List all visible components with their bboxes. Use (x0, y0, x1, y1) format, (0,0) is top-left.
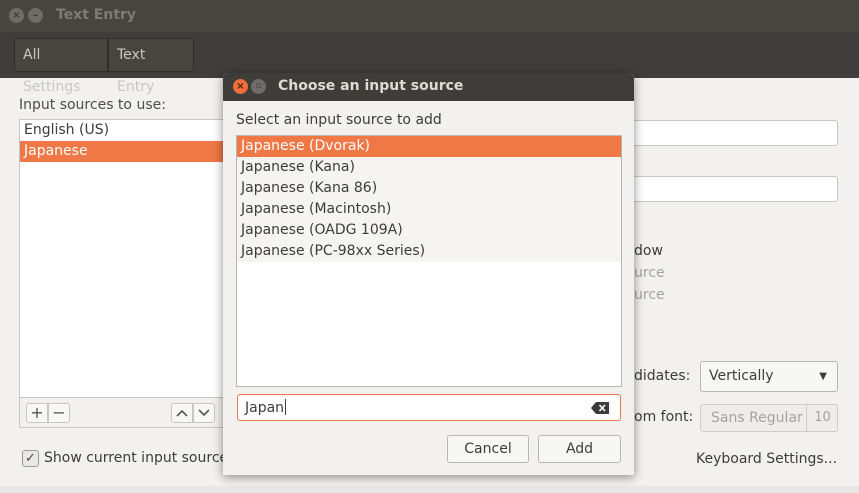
candidates-label: didates: (634, 368, 691, 384)
chevron-up-icon (176, 409, 188, 417)
remove-source-button[interactable]: − (48, 403, 70, 423)
bottom-strip (0, 486, 859, 493)
list-item[interactable]: Japanese (20, 141, 228, 162)
input-sources-list: English (US) Japanese (19, 119, 229, 398)
text-caret (285, 399, 287, 415)
minus-icon: − (52, 403, 66, 422)
list-item[interactable]: Japanese (PC-98xx Series) (237, 241, 621, 262)
input-sources-label: Input sources to use: (19, 97, 166, 113)
breadcrumb-text-entry[interactable]: Text Entry (108, 38, 194, 95)
move-down-button[interactable] (193, 403, 215, 423)
search-value: Japan (245, 399, 287, 416)
list-item[interactable]: Japanese (OADG 109A) (237, 220, 621, 241)
list-item[interactable]: English (US) (20, 120, 228, 141)
close-icon: × (12, 10, 21, 21)
list-toolbar: + − (19, 398, 229, 428)
window-minimize-button[interactable]: – (28, 8, 43, 23)
dialog-heading: Select an input source to add (236, 112, 442, 128)
window-titlebar: × – Text Entry (0, 0, 859, 32)
keyboard-settings-link[interactable]: Keyboard Settings... (696, 451, 837, 467)
dialog-titlebar: × ▫ Choose an input source (223, 73, 634, 101)
orientation-combo[interactable]: Vertically ▼ (700, 361, 838, 392)
minimize-icon: – (33, 10, 38, 21)
move-up-button[interactable] (171, 403, 193, 423)
add-button[interactable]: Add (538, 435, 621, 463)
option-source-text-1: urce (634, 265, 665, 281)
list-item[interactable]: Japanese (Macintosh) (237, 199, 621, 220)
window-close-button[interactable]: × (9, 8, 24, 23)
chevron-down-icon (198, 409, 210, 417)
close-icon: × (236, 81, 245, 92)
search-text: Japan (245, 400, 285, 416)
show-current-checkbox[interactable]: ✓ (22, 450, 39, 467)
breadcrumb-all-settings[interactable]: All Settings (14, 38, 108, 95)
font-chooser-button[interactable]: Sans Regular 10 (700, 404, 838, 432)
shortcut-field-1[interactable] (620, 120, 838, 146)
breadcrumb: All Settings Text Entry (0, 32, 859, 95)
custom-font-label: om font: (634, 409, 694, 425)
font-name: Sans Regular (711, 410, 803, 426)
checkmark-icon: ✓ (25, 451, 36, 466)
option-window-text: dow (634, 243, 663, 259)
dialog-close-button[interactable]: × (233, 79, 248, 94)
shortcut-field-2[interactable] (620, 176, 838, 202)
add-source-button[interactable]: + (26, 403, 48, 423)
clear-icon[interactable] (591, 402, 609, 414)
font-size: 10 (806, 405, 838, 431)
dropdown-arrow-icon: ▼ (819, 371, 827, 382)
search-input[interactable]: Japan (237, 394, 621, 421)
option-source-text-2: urce (634, 287, 665, 303)
choose-input-source-dialog: × ▫ Choose an input source Select an inp… (223, 73, 634, 475)
list-item[interactable]: Japanese (Dvorak) (237, 136, 621, 157)
list-item[interactable]: Japanese (Kana 86) (237, 178, 621, 199)
list-item[interactable]: Japanese (Kana) (237, 157, 621, 178)
orientation-value: Vertically (709, 368, 774, 384)
dialog-title: Choose an input source (278, 78, 464, 94)
dialog-minimize-button[interactable]: ▫ (251, 79, 266, 94)
window-title: Text Entry (56, 7, 137, 23)
cancel-button[interactable]: Cancel (447, 435, 529, 463)
restore-icon: ▫ (255, 81, 262, 91)
show-current-label: Show current input source (44, 450, 229, 466)
plus-icon: + (30, 403, 44, 422)
input-source-options-list: Japanese (Dvorak) Japanese (Kana) Japane… (236, 135, 622, 387)
